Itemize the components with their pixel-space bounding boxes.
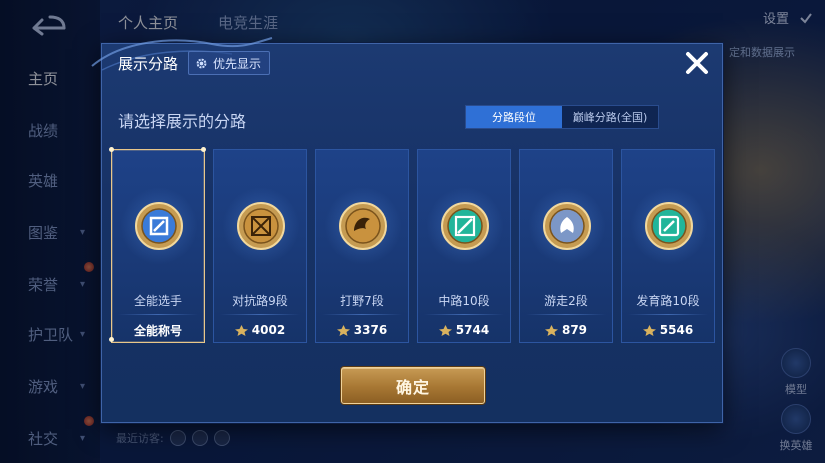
segment-peak-lane[interactable]: 巅峰分路(全国) — [562, 106, 658, 128]
card-divider — [628, 314, 708, 315]
lane-card[interactable]: 游走2段 879 — [519, 149, 613, 343]
lane-card[interactable]: 打野7段 3376 — [315, 149, 409, 343]
lane-rank-label: 中路10段 — [438, 294, 490, 308]
lane-score-row: 4002 — [214, 318, 306, 342]
card-divider — [526, 314, 606, 315]
peak-score-value: 5546 — [659, 323, 694, 337]
lane-card[interactable]: 对抗路9段 4002 — [213, 149, 307, 343]
peak-score-value: 5744 — [455, 323, 490, 337]
priority-display-label: 优先显示 — [213, 56, 262, 71]
lane-display-modal: 展示分路 优先显示 请选择展示的分路 分路段位 巅峰分路(全国) 全能选手全能称… — [91, 37, 723, 423]
clash-lane-badge-icon — [237, 202, 285, 250]
peak-score-icon — [544, 324, 558, 336]
selection-corner-dot — [109, 337, 114, 342]
peak-score-icon — [336, 324, 350, 336]
lane-score-row: 3376 — [316, 318, 408, 342]
jungle-badge-icon — [339, 202, 387, 250]
gear-icon — [196, 58, 207, 68]
roam-badge-icon — [543, 202, 591, 250]
peak-score-value: 4002 — [251, 323, 286, 337]
lane-card[interactable]: 全能选手 全能称号 — [109, 147, 206, 343]
lane-card[interactable]: 中路10段 5744 — [417, 149, 511, 343]
lane-rank-label: 全能选手 — [133, 294, 182, 308]
segment-toggle: 分路段位 巅峰分路(全国) — [465, 105, 659, 129]
peak-score-value: 3376 — [353, 323, 388, 337]
segment-lane-rank[interactable]: 分路段位 — [466, 106, 562, 128]
lane-rank-label: 打野7段 — [340, 294, 384, 308]
lane-score-row: 全能称号 — [112, 318, 204, 342]
confirm-button[interactable]: 确定 — [341, 367, 485, 404]
lane-rank-label: 对抗路9段 — [232, 294, 288, 308]
lane-rank-label: 游走2段 — [544, 294, 588, 308]
lane-card-list: 全能选手 全能称号 对抗路9段 4002 打野7段 3376 中路10段 5744 游走2段 87… — [109, 147, 715, 343]
peak-score-icon — [642, 324, 656, 336]
title-label: 全能称号 — [133, 323, 182, 338]
lane-rank-label: 发育路10段 — [636, 294, 700, 308]
card-divider — [322, 314, 402, 315]
card-divider — [424, 314, 504, 315]
mid-lane-badge-icon — [441, 202, 489, 250]
close-icon[interactable] — [682, 48, 712, 78]
card-divider — [220, 314, 300, 315]
selection-corner-dot — [201, 147, 206, 152]
all-round-badge-icon — [135, 202, 183, 250]
modal-subtitle: 请选择展示的分路 — [118, 112, 247, 131]
peak-score-icon — [438, 324, 452, 336]
modal-title: 展示分路 — [118, 55, 179, 73]
lane-score-row: 5546 — [622, 318, 714, 342]
priority-display-button[interactable]: 优先显示 — [188, 51, 271, 75]
card-divider — [118, 314, 198, 315]
lane-card[interactable]: 发育路10段 5546 — [621, 149, 715, 343]
peak-score-icon — [234, 324, 248, 336]
peak-score-value: 879 — [561, 323, 588, 337]
lane-score-row: 879 — [520, 318, 612, 342]
lane-score-row: 5744 — [418, 318, 510, 342]
farm-lane-badge-icon — [645, 202, 693, 250]
selection-corner-dot — [109, 147, 114, 152]
